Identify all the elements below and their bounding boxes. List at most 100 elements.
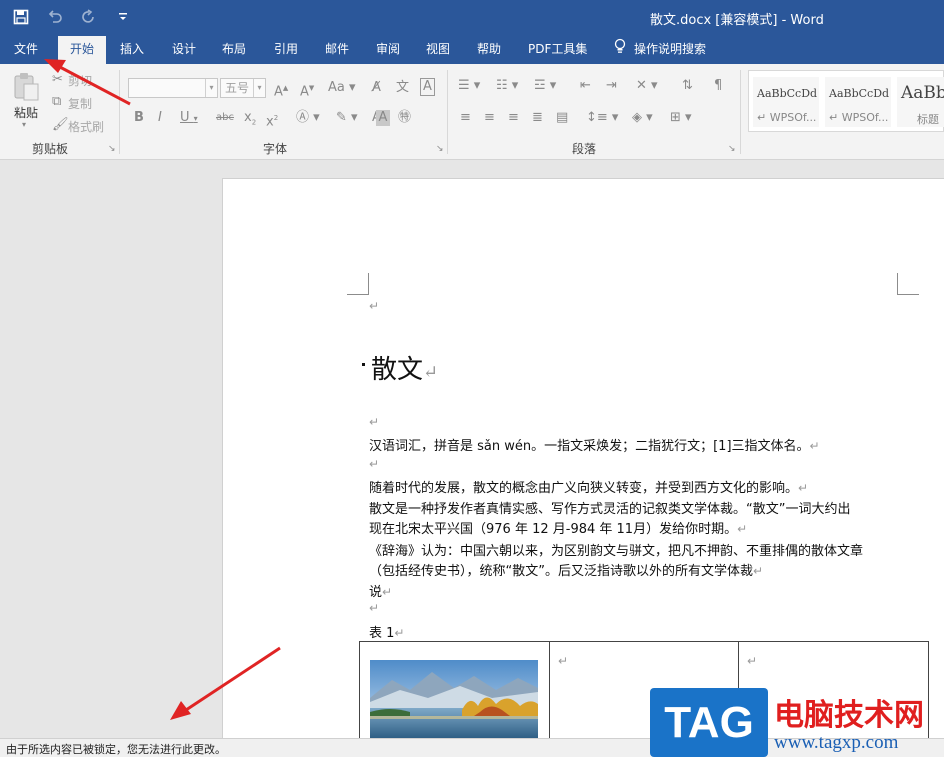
group-divider xyxy=(119,70,120,154)
tab-help[interactable]: 帮助 xyxy=(477,36,501,64)
style-card-heading[interactable]: AaBb 标题 xyxy=(897,77,944,127)
decrease-indent-icon[interactable]: ⇤ xyxy=(580,78,591,94)
paste-dropdown-icon[interactable]: ▾ xyxy=(22,120,26,129)
paragraph-mark: ↵ xyxy=(369,457,380,471)
document-paragraph[interactable]: 说↵ xyxy=(369,581,392,600)
character-shading-icon[interactable]: A xyxy=(376,110,390,126)
tab-pdf-tools[interactable]: PDF工具集 xyxy=(528,36,587,64)
watermark: TAG 电脑技术网 www.tagxp.com xyxy=(650,688,944,757)
undo-icon[interactable] xyxy=(44,6,66,28)
tell-me-search[interactable]: 操作说明搜索 xyxy=(614,36,706,64)
justify-icon[interactable]: ≣ xyxy=(532,110,543,126)
font-size-value: 五号 xyxy=(225,81,250,95)
document-paragraph[interactable]: 现在北宋太平兴国（976 年 12 月-984 年 11月）发给你时期。↵ xyxy=(369,518,747,537)
copy-button[interactable]: 复制 xyxy=(68,95,92,112)
borders-icon[interactable]: ⊞ ▾ xyxy=(670,110,692,126)
bold-icon[interactable]: B xyxy=(134,110,144,126)
clipboard-launcher-icon[interactable]: ↘ xyxy=(108,144,116,154)
style-card-wps2[interactable]: AaBbCcDd ↵ WPSOf... xyxy=(825,77,891,127)
phonetic-guide-icon[interactable]: 文 xyxy=(396,80,409,96)
cut-button[interactable]: 剪切 xyxy=(68,72,92,89)
document-paragraph[interactable]: 汉语词汇，拼音是 sǎn wén。一指文采焕发；二指犹行文；[1]三指文体名。↵ xyxy=(369,435,820,454)
sort-icon[interactable]: ⇅ xyxy=(682,78,693,94)
watermark-logo: TAG xyxy=(650,688,768,757)
clipboard-group-label: 剪贴板 xyxy=(32,142,69,156)
tab-design[interactable]: 设计 xyxy=(172,36,196,64)
style-card-wps1[interactable]: AaBbCcDd ↵ WPSOf... xyxy=(753,77,819,127)
style-name: ↵ WPSOf... xyxy=(829,111,889,124)
document-paragraph[interactable]: 随着时代的发展，散文的概念由广义向狭义转变，并受到西方文化的影响。↵ xyxy=(369,477,808,496)
document-paragraph[interactable]: （包括经传史书），统称“散文”。后又泛指诗歌以外的所有文学体裁↵ xyxy=(369,560,763,579)
font-name-combo[interactable]: ▾ xyxy=(128,78,218,98)
shading-icon[interactable]: ◈ ▾ xyxy=(632,110,653,126)
multilevel-list-icon[interactable]: ☲ ▾ xyxy=(534,78,556,94)
shrink-font-icon[interactable]: A▼ xyxy=(300,80,314,100)
document-paragraph[interactable]: 《辞海》认为：中国六朝以来，为区别韵文与骈文，把凡不押韵、不重排偶的散体文章 xyxy=(369,540,863,559)
paragraph-mark: ↵ xyxy=(369,299,380,313)
align-left-icon[interactable]: ≡ xyxy=(460,110,471,126)
superscript-icon[interactable]: x2 xyxy=(266,110,278,130)
align-right-icon[interactable]: ≡ xyxy=(508,110,519,126)
cell-mark: ↵ xyxy=(558,654,569,668)
style-name: 标题 xyxy=(917,113,939,126)
watermark-url: www.tagxp.com xyxy=(774,732,899,753)
redo-icon[interactable] xyxy=(78,6,100,28)
table-caption[interactable]: 表 1↵ xyxy=(369,622,404,641)
distributed-icon[interactable]: ▤ xyxy=(556,110,568,126)
customize-icon[interactable] xyxy=(112,6,134,28)
show-marks-icon[interactable]: ¶ xyxy=(714,78,722,94)
tab-review[interactable]: 审阅 xyxy=(376,36,400,64)
align-center-icon[interactable]: ≡ xyxy=(484,110,495,126)
cut-icon: ✂ xyxy=(52,72,63,87)
subscript-icon[interactable]: x2 xyxy=(244,110,256,131)
cell-mark: ↵ xyxy=(747,654,758,668)
increase-indent-icon[interactable]: ⇥ xyxy=(606,78,617,94)
table-cell[interactable] xyxy=(360,642,549,738)
copy-icon: ⧉ xyxy=(52,94,62,109)
document-paragraph[interactable]: 散文是一种抒发作者真情实感、写作方式灵活的记叙类文学体裁。“散文”一词大约出 xyxy=(369,498,850,517)
tab-file[interactable]: 文件 xyxy=(14,36,38,64)
enclose-characters-icon[interactable]: ㊕ xyxy=(398,110,411,126)
status-message: 由于所选内容已被锁定，您无法进行此更改。 xyxy=(6,743,226,756)
style-preview: AaBbCcDd xyxy=(757,87,818,100)
change-case-icon[interactable]: Aa ▾ xyxy=(328,80,356,96)
text-effects-icon[interactable]: Ⓐ ▾ xyxy=(296,110,320,126)
clear-formatting-icon[interactable]: A̸ xyxy=(372,80,381,96)
numbering-icon[interactable]: ☷ ▾ xyxy=(496,78,518,94)
underline-icon[interactable]: U ▾ xyxy=(180,110,198,127)
quick-access-toolbar xyxy=(10,6,134,28)
font-group-label: 字体 xyxy=(263,142,288,156)
strikethrough-icon[interactable]: abc xyxy=(216,110,234,126)
format-painter-icon: 🖌 xyxy=(52,117,69,132)
italic-icon[interactable]: I xyxy=(158,110,162,126)
paste-icon[interactable] xyxy=(12,72,40,102)
tab-layout[interactable]: 布局 xyxy=(222,36,246,64)
format-painter-button[interactable]: 格式刷 xyxy=(68,118,104,135)
watermark-site-name: 电脑技术网 xyxy=(774,698,924,733)
tab-view[interactable]: 视图 xyxy=(426,36,450,64)
font-launcher-icon[interactable]: ↘ xyxy=(436,144,444,154)
tab-home[interactable]: 开始 xyxy=(58,36,107,64)
line-spacing-icon[interactable]: ↕≡ ▾ xyxy=(586,110,618,126)
document-title: 散文.docx [兼容模式] - Word xyxy=(650,13,824,28)
paragraph-launcher-icon[interactable]: ↘ xyxy=(728,144,736,154)
grow-font-icon[interactable]: A▲ xyxy=(274,80,288,100)
document-heading[interactable]: 散文↵ xyxy=(371,349,438,386)
font-size-combo[interactable]: 五号 ▾ xyxy=(220,78,266,98)
tab-insert[interactable]: 插入 xyxy=(120,36,144,64)
paragraph-group-label: 段落 xyxy=(572,142,597,156)
chinese-layout-icon[interactable]: ✕ ▾ xyxy=(636,78,658,94)
bullets-icon[interactable]: ☰ ▾ xyxy=(458,78,480,94)
margin-corner-mark xyxy=(897,273,919,295)
document-page[interactable]: ↵ 散文↵ ↵ 汉语词汇，拼音是 sǎn wén。一指文采焕发；二指犹行文；[1… xyxy=(222,178,944,738)
save-icon[interactable] xyxy=(10,6,32,28)
lightbulb-icon xyxy=(614,37,626,63)
styles-gallery: AaBbCcDd ↵ WPSOf... AaBbCcDd ↵ WPSOf... … xyxy=(748,70,944,132)
tab-mailings[interactable]: 邮件 xyxy=(325,36,349,64)
paragraph-mark: ↵ xyxy=(369,601,380,615)
paste-button[interactable]: 粘贴 xyxy=(14,104,38,121)
tab-references[interactable]: 引用 xyxy=(274,36,298,64)
highlight-icon[interactable]: ✎ ▾ xyxy=(336,110,358,126)
character-border-icon[interactable]: A xyxy=(420,78,435,96)
style-name: ↵ WPSOf... xyxy=(757,111,817,124)
